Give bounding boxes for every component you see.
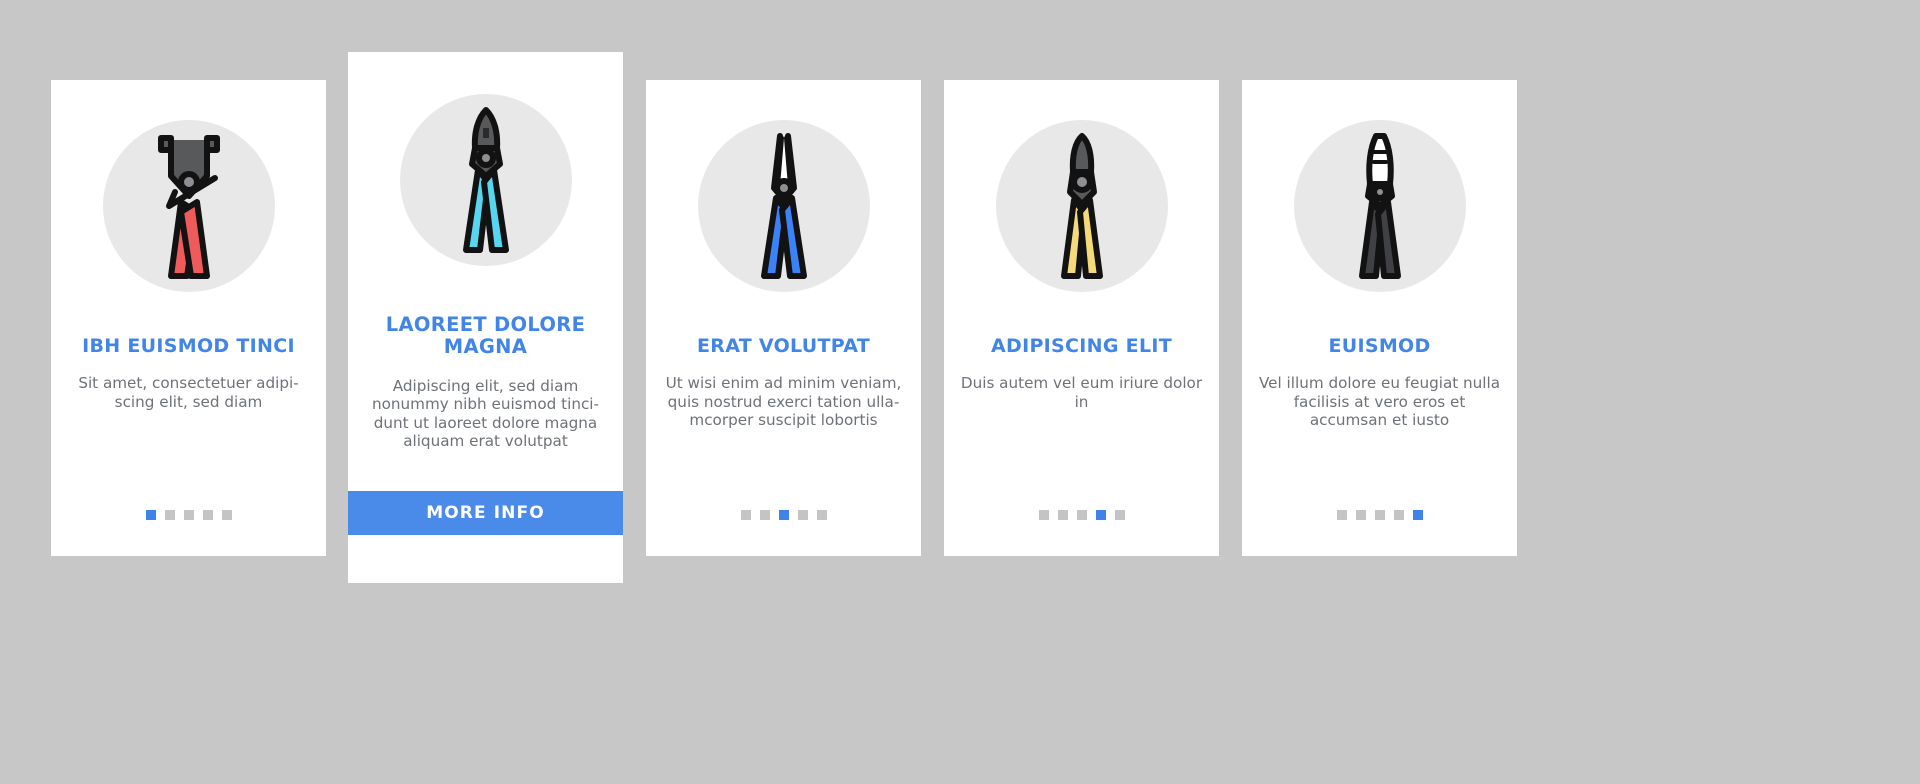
onboarding-card-3[interactable]: ERAT VOLUTPAT Ut wisi enim ad minim veni… <box>646 80 921 556</box>
card-description: Duis autem vel eum iriure dolor in <box>960 374 1203 411</box>
pagination-dot-5[interactable] <box>221 510 232 520</box>
long-nose-pliers-blue-handles-icon <box>736 126 832 286</box>
pagination-dot-1[interactable] <box>1336 510 1347 520</box>
card-title: ADIPISCING ELIT <box>991 335 1172 357</box>
pagination-dot-2[interactable] <box>1057 510 1068 520</box>
pagination-dot-3[interactable] <box>1374 510 1385 520</box>
card-title: ERAT VOLUTPAT <box>696 335 871 357</box>
pagination-dot-3[interactable] <box>778 510 789 520</box>
more-info-button[interactable]: MORE INFO <box>348 491 623 535</box>
card-title: LAOREET DOLORE MAGNA <box>385 313 586 359</box>
pagination-dot-1[interactable] <box>1038 510 1049 520</box>
pagination-dots[interactable] <box>51 510 326 520</box>
pagination-dot-4[interactable] <box>1393 510 1404 520</box>
pagination-dot-2[interactable] <box>164 510 175 520</box>
onboarding-screens-container: IBH EUISMOD TINCI Sit amet, consectetuer… <box>0 0 1920 784</box>
card-description: Adipiscing elit, sed diam nonummy nibh e… <box>371 377 600 451</box>
icon-circle-3 <box>697 120 870 292</box>
pagination-dots[interactable] <box>944 510 1219 520</box>
pagination-dot-1[interactable] <box>145 510 156 520</box>
icon-circle-4 <box>995 120 1168 292</box>
pagination-dots[interactable] <box>646 510 921 520</box>
card-description: Ut wisi enim ad minim veniam, quis nostr… <box>665 374 902 430</box>
onboarding-card-5[interactable]: EUISMOD Vel illum dolore eu feugiat null… <box>1242 80 1517 556</box>
pagination-dot-1[interactable] <box>740 510 751 520</box>
pagination-dot-5[interactable] <box>1412 510 1423 520</box>
card-title: EUISMOD <box>1328 335 1431 357</box>
pagination-dots[interactable] <box>1242 510 1517 520</box>
icon-circle-2 <box>399 94 572 266</box>
onboarding-card-4[interactable]: ADIPISCING ELIT Duis autem vel eum iriur… <box>944 80 1219 556</box>
card-description: Vel illum dolore eu feugiat nulla facili… <box>1258 374 1501 430</box>
card-description: Sit amet, consectetuer adipi-scing elit,… <box>78 374 299 411</box>
side-cutter-yellow-handles-icon <box>1034 126 1130 286</box>
card-title: IBH EUISMOD TINCI <box>82 335 295 357</box>
pagination-dot-4[interactable] <box>202 510 213 520</box>
icon-circle-1 <box>102 120 275 292</box>
pagination-dot-3[interactable] <box>1076 510 1087 520</box>
pagination-dot-5[interactable] <box>1114 510 1125 520</box>
pagination-dot-4[interactable] <box>797 510 808 520</box>
pliers-red-handles-icon <box>141 126 237 286</box>
pagination-dot-3[interactable] <box>183 510 194 520</box>
combination-pliers-black-handles-icon <box>1332 126 1428 286</box>
pagination-dot-2[interactable] <box>759 510 770 520</box>
onboarding-card-1[interactable]: IBH EUISMOD TINCI Sit amet, consectetuer… <box>51 80 326 556</box>
pagination-dot-2[interactable] <box>1355 510 1366 520</box>
pagination-dot-4[interactable] <box>1095 510 1106 520</box>
onboarding-card-2[interactable]: LAOREET DOLORE MAGNA Adipiscing elit, se… <box>348 52 623 583</box>
diagonal-cutter-cyan-handles-icon <box>438 100 534 260</box>
pagination-dot-5[interactable] <box>816 510 827 520</box>
icon-circle-5 <box>1293 120 1466 292</box>
